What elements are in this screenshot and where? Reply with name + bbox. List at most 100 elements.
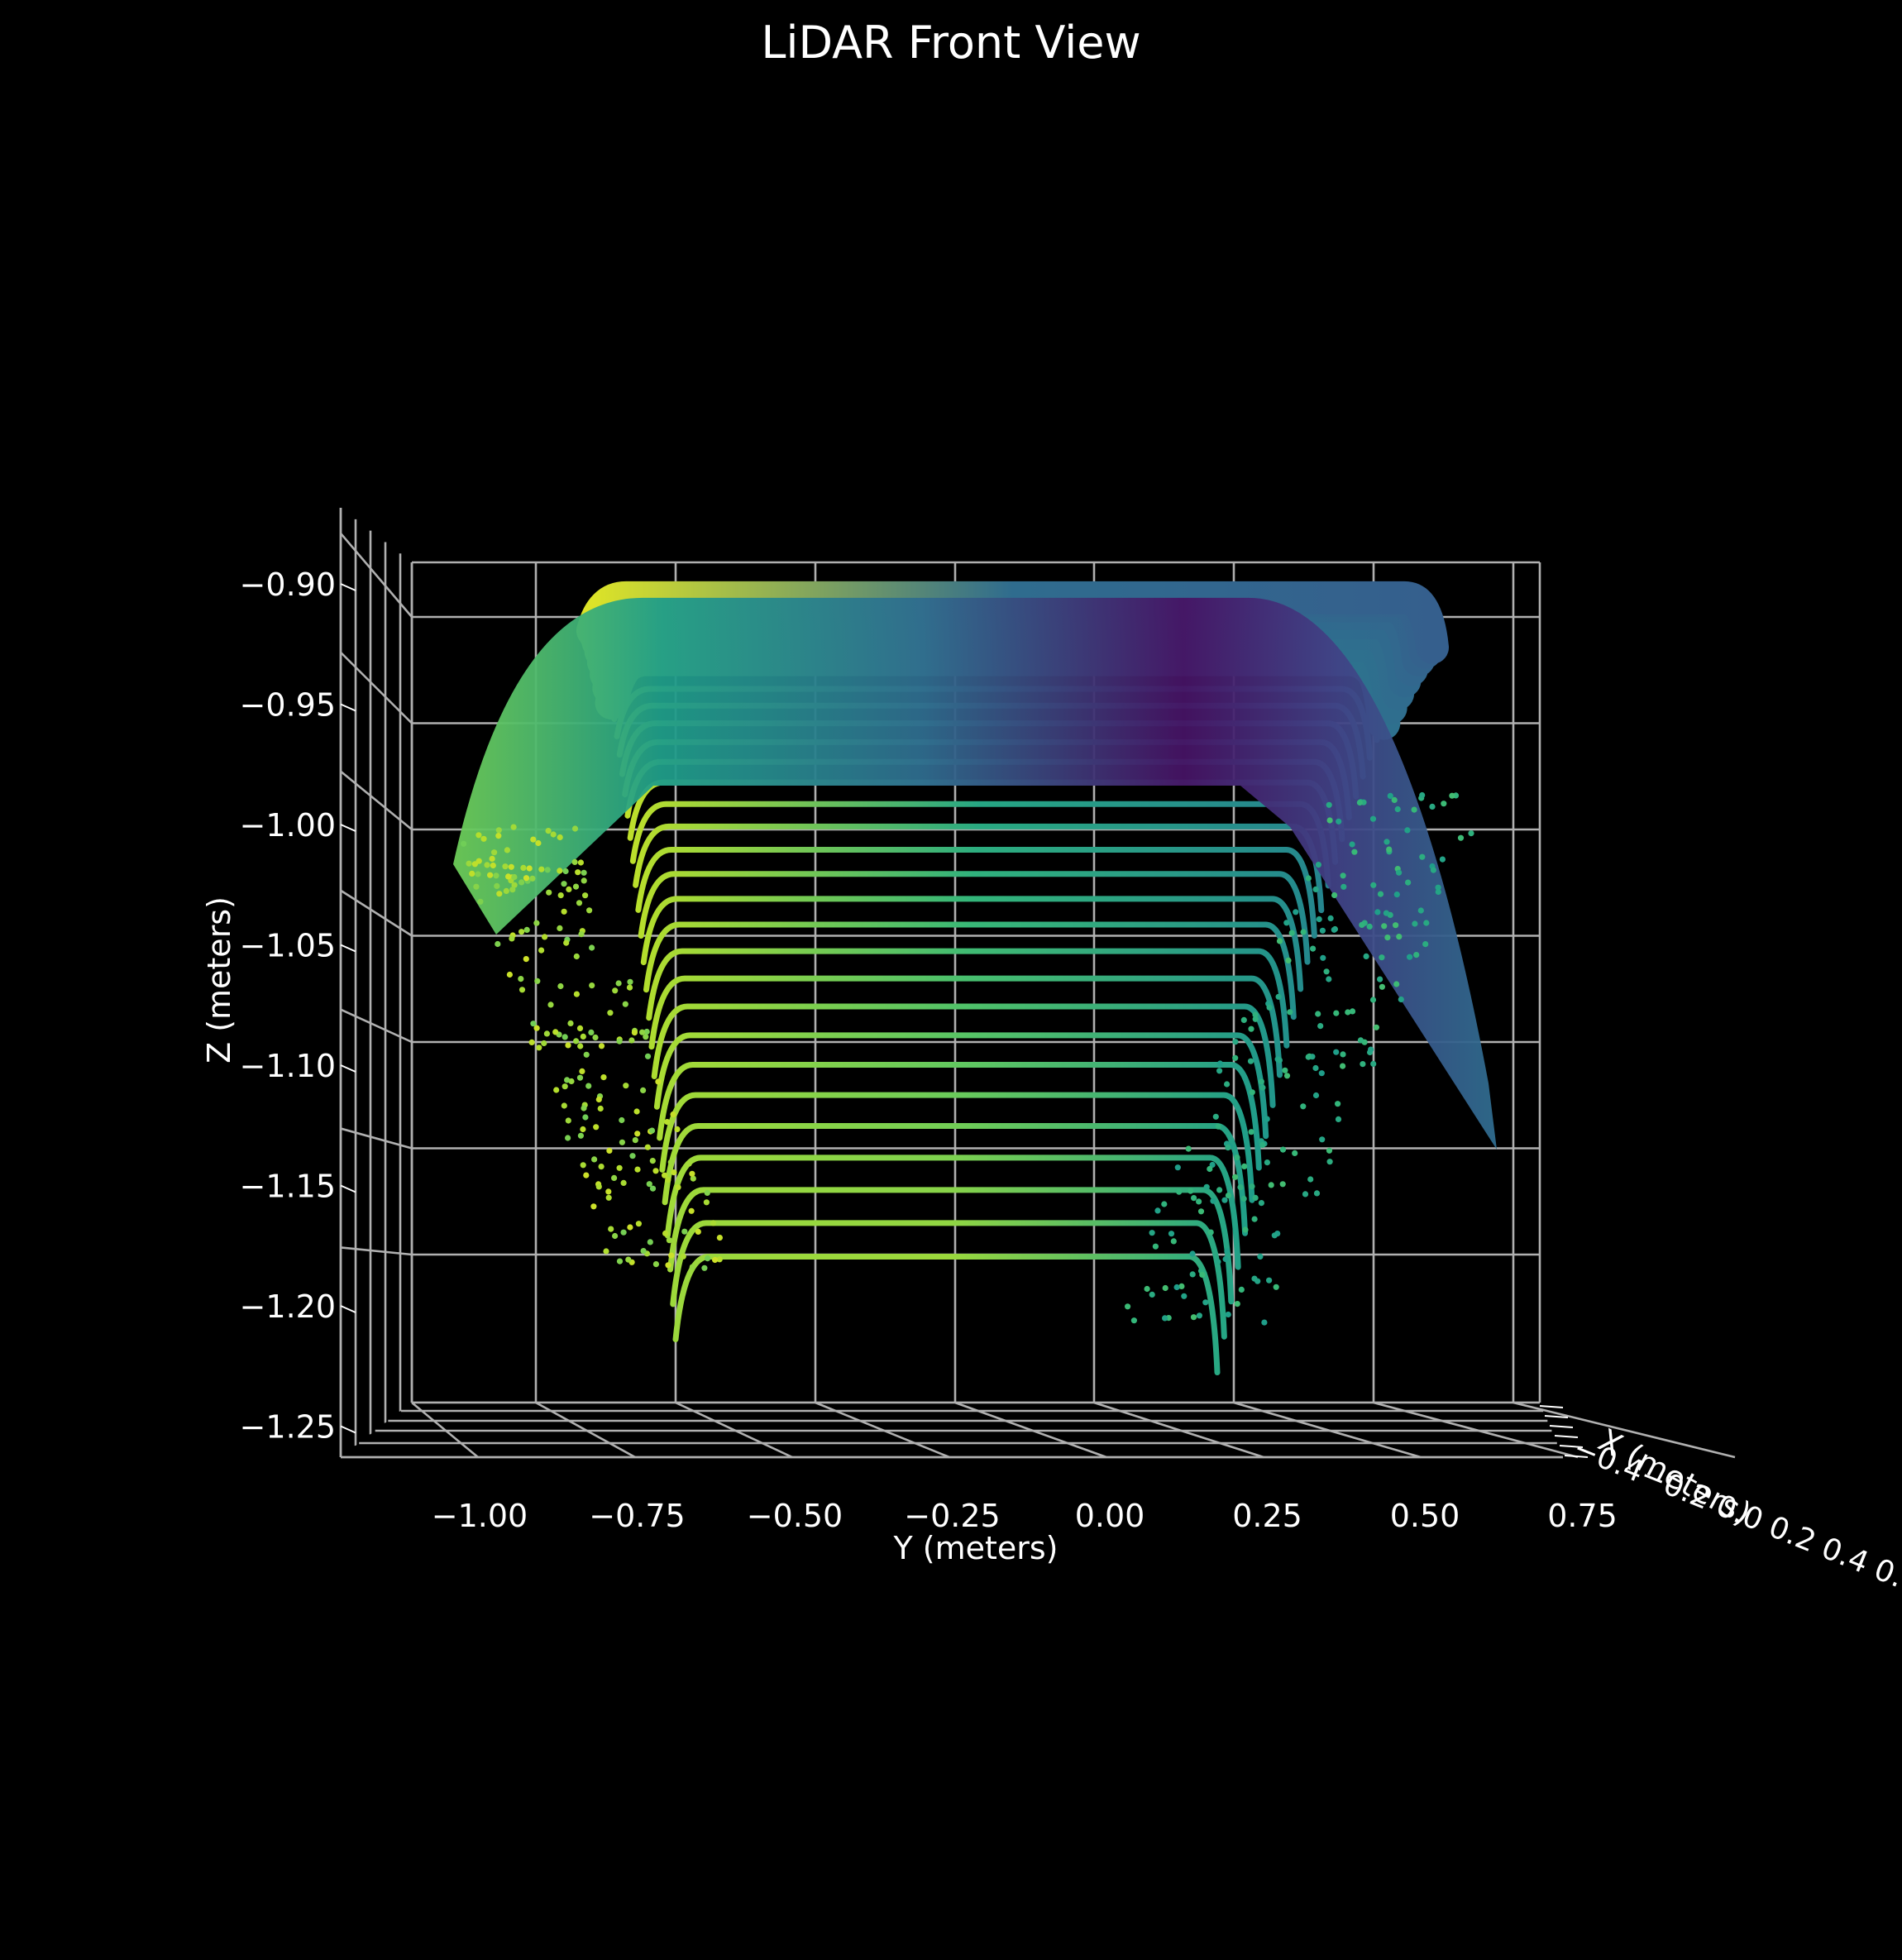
lidar-point — [674, 1126, 681, 1133]
lidar-point — [565, 1135, 571, 1141]
lidar-point — [1336, 818, 1342, 825]
lidar-point — [652, 1261, 660, 1268]
lidar-point — [1404, 827, 1411, 834]
lidar-point — [1370, 882, 1377, 888]
lidar-point — [1340, 883, 1347, 890]
lidar-point — [580, 1033, 586, 1040]
lidar-point — [585, 1083, 592, 1089]
lidar-point — [580, 1162, 586, 1169]
lidar-point — [545, 828, 552, 834]
lidar-point — [635, 1221, 643, 1227]
lidar-point — [1154, 1207, 1161, 1214]
lidar-point — [1261, 1319, 1268, 1326]
lidar-point — [695, 1228, 701, 1235]
lidar-point — [1327, 915, 1334, 921]
lidar-point — [1168, 1231, 1175, 1237]
lidar-point — [480, 835, 487, 842]
lidar-point — [1384, 935, 1391, 941]
lidar-point — [530, 836, 537, 843]
lidar-point — [616, 1164, 623, 1171]
lidar-point — [536, 1045, 542, 1051]
y-tick-label: −0.75 — [589, 1498, 685, 1534]
z-tick-label: −1.05 — [240, 928, 336, 964]
lidar-point — [496, 891, 503, 897]
lidar-point — [538, 947, 545, 954]
lidar-point — [1318, 1070, 1325, 1077]
lidar-point — [495, 827, 502, 834]
lidar-point — [561, 881, 567, 887]
lidar-point — [1333, 1049, 1340, 1055]
lidar-point — [576, 1074, 584, 1081]
lidar-point — [1419, 853, 1426, 860]
lidar-point — [1207, 1229, 1214, 1236]
lidar-point — [1326, 801, 1332, 808]
lidar-point — [1422, 941, 1429, 948]
lidar-point — [627, 978, 633, 985]
lidar-point — [1468, 830, 1474, 837]
lidar-point — [1439, 856, 1446, 863]
z-axis-label: Z (meters) — [201, 896, 237, 1064]
lidar-point — [1181, 1293, 1188, 1299]
lidar-point — [688, 1207, 695, 1214]
lidar-point — [1423, 920, 1430, 926]
lidar-point — [1430, 867, 1436, 873]
lidar-point — [494, 882, 500, 889]
lidar-point — [469, 870, 476, 877]
lidar-point — [489, 855, 495, 862]
y-axis-label: Y (meters) — [892, 1530, 1058, 1566]
lidar-point — [547, 1002, 554, 1008]
lidar-point — [667, 1159, 674, 1165]
lidar-point — [1331, 892, 1338, 899]
lidar-point — [623, 1083, 629, 1089]
lidar-point — [1216, 1060, 1223, 1067]
lidar-point — [565, 1117, 571, 1124]
lidar-point — [538, 866, 545, 872]
lidar-point — [626, 984, 633, 991]
lidar-point — [575, 869, 581, 876]
lidar-point — [1232, 1174, 1239, 1180]
lidar-point — [1340, 1051, 1346, 1058]
lidar-point — [466, 860, 472, 867]
lidar-point — [1222, 1255, 1229, 1263]
lidar-point — [662, 1172, 668, 1178]
lidar-point — [591, 1156, 598, 1163]
lidar-point — [576, 900, 583, 906]
lidar-point — [1366, 923, 1373, 930]
lidar-point — [616, 1038, 623, 1045]
lidar-point — [1279, 1181, 1286, 1188]
lidar-point — [1170, 1238, 1177, 1245]
lidar-point — [506, 971, 514, 978]
lidar-point — [557, 892, 564, 899]
lidar-point — [523, 926, 530, 933]
lidar-point — [664, 1119, 671, 1126]
lidar-point — [1249, 1089, 1255, 1096]
lidar-point — [675, 1184, 681, 1191]
lidar-point — [712, 1256, 719, 1264]
lidar-point — [502, 863, 509, 870]
lidar-point — [595, 1183, 602, 1190]
lidar-point — [579, 1068, 585, 1074]
lidar-point — [611, 1174, 618, 1181]
z-tick-label: −1.10 — [240, 1048, 336, 1084]
lidar-point — [1232, 1054, 1239, 1061]
lidar-point — [646, 1181, 652, 1188]
lidar-point — [476, 832, 482, 839]
lidar-point — [1300, 929, 1307, 935]
lidar-point — [597, 1105, 604, 1112]
z-tick-label: −1.15 — [240, 1169, 336, 1205]
lidar-point — [1381, 923, 1388, 930]
lidar-point — [1197, 1208, 1205, 1215]
lidar-point — [686, 1160, 692, 1167]
lidar-point — [589, 982, 595, 989]
lidar-point — [1340, 872, 1346, 879]
lidar-point — [1273, 1284, 1279, 1290]
lidar-point — [509, 887, 516, 893]
lidar-point — [662, 1230, 669, 1236]
lidar-point — [477, 898, 484, 905]
lidar-point — [631, 1030, 638, 1036]
lidar-point — [1242, 1226, 1249, 1233]
lidar-point — [1293, 909, 1299, 915]
lidar-point — [1315, 862, 1321, 868]
lidar-point — [1237, 1184, 1244, 1191]
lidar-point — [1335, 1101, 1341, 1107]
